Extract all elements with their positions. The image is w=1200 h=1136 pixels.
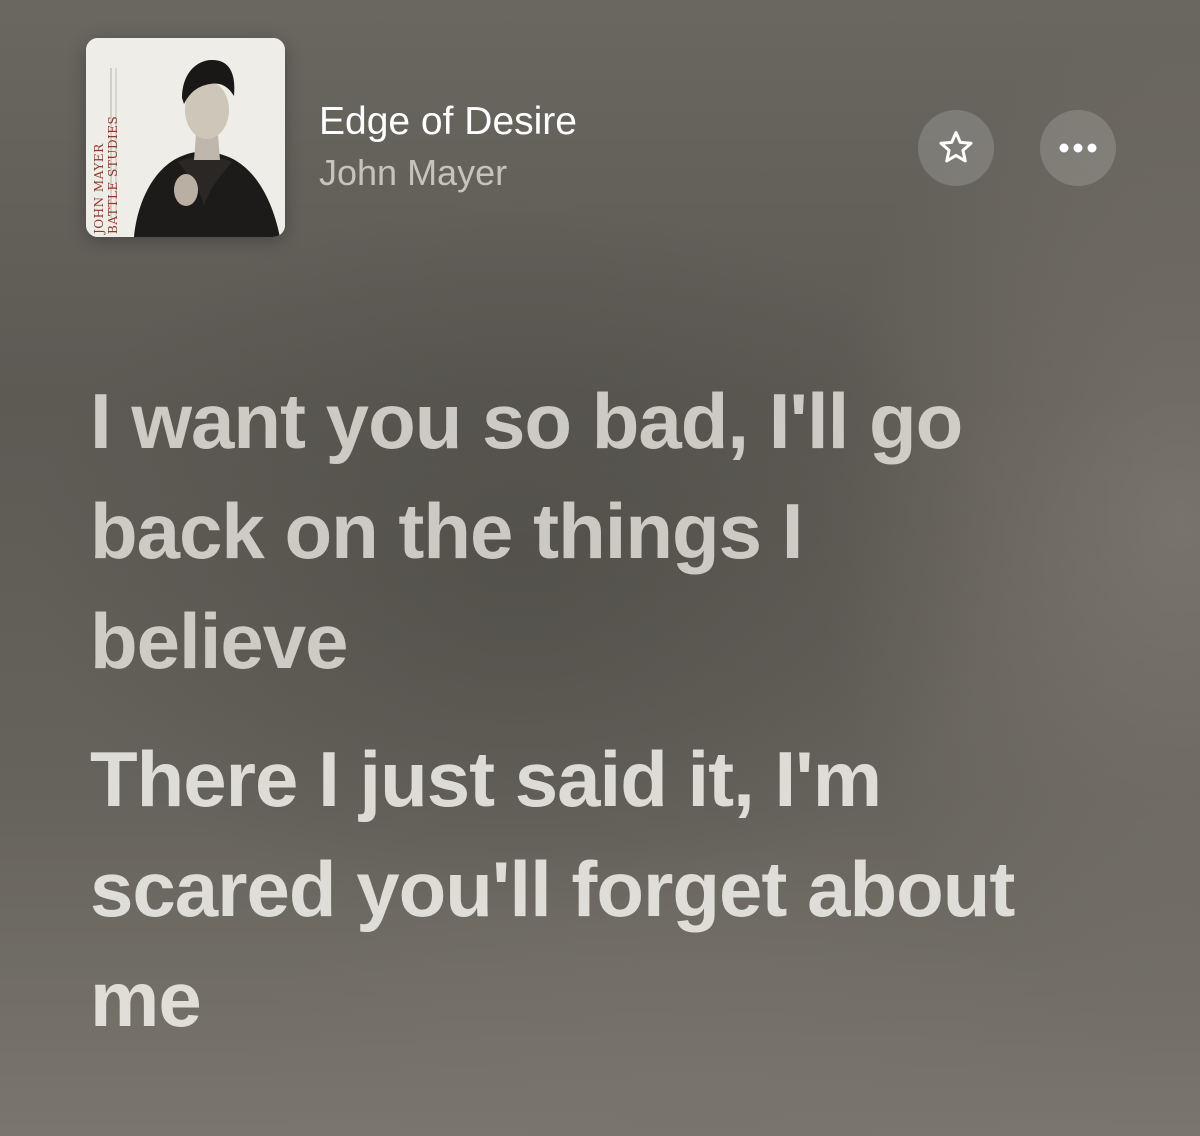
album-cover-title: BATTLE STUDIES bbox=[106, 115, 120, 234]
ellipsis-icon bbox=[1059, 143, 1097, 153]
lyric-line[interactable]: I want you so bad, I'll go back on the t… bbox=[90, 366, 1050, 696]
more-options-button[interactable] bbox=[1040, 110, 1116, 186]
album-cover-text: JOHN MAYER BATTLE STUDIES bbox=[90, 56, 120, 234]
favorite-button[interactable] bbox=[918, 110, 994, 186]
lyrics-view[interactable]: I want you so bad, I'll go back on the t… bbox=[90, 366, 1150, 1054]
song-title: Edge of Desire bbox=[319, 100, 577, 143]
now-playing-header: JOHN MAYER BATTLE STUDIES Edge of Desire… bbox=[86, 38, 1126, 238]
lyric-line[interactable]: There I just said it, I'm scared you'll … bbox=[90, 724, 1050, 1054]
album-cover-artist: JOHN MAYER bbox=[92, 143, 106, 234]
album-art[interactable]: JOHN MAYER BATTLE STUDIES bbox=[86, 38, 285, 237]
star-outline-icon bbox=[939, 131, 973, 163]
song-artist[interactable]: John Mayer bbox=[319, 152, 507, 194]
